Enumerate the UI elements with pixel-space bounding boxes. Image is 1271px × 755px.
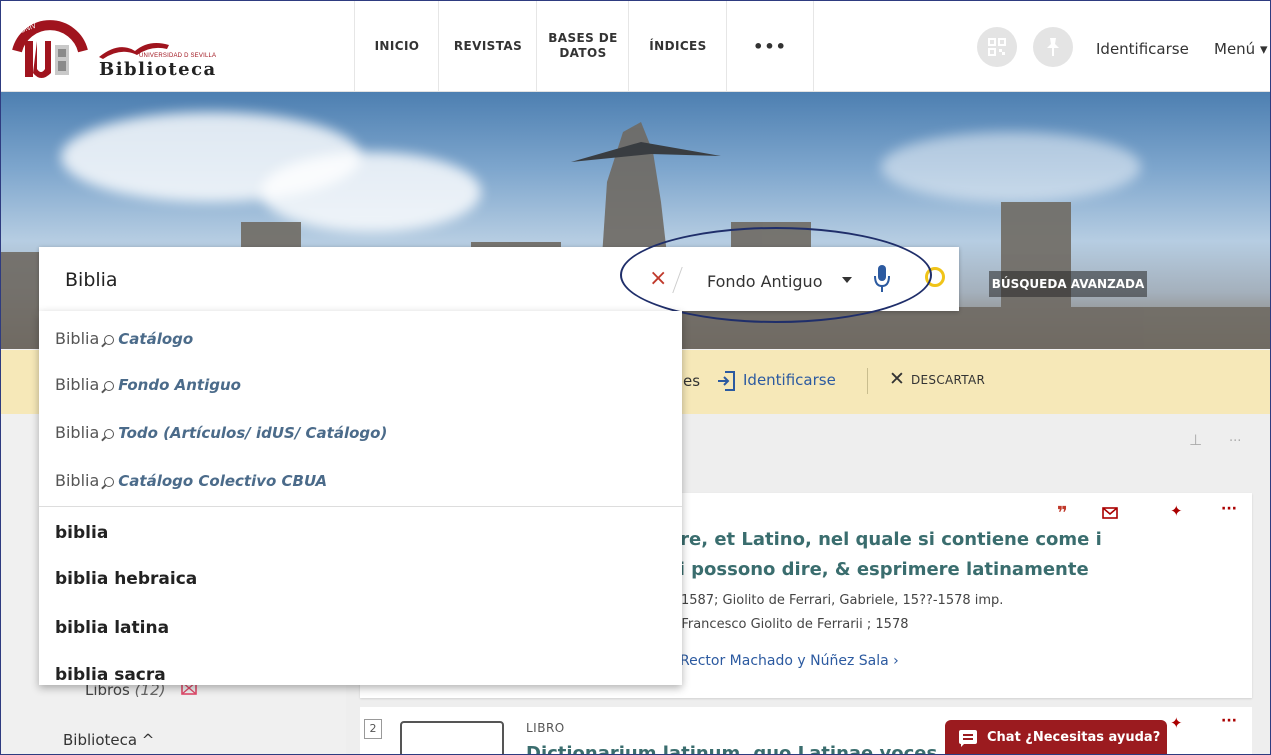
- suggestion-term: Biblia: [55, 375, 100, 394]
- notice-text-fragment: es: [683, 372, 701, 390]
- book-thumbnail: [400, 721, 504, 754]
- suggestion-scope: Catálogo Colectivo CBUA: [118, 472, 328, 490]
- results-more-icon[interactable]: ···: [1229, 434, 1241, 449]
- search-input[interactable]: Biblia: [65, 269, 118, 291]
- qr-glyph-icon: [988, 38, 1006, 56]
- suggestion-scope: Fondo Antiguo: [118, 376, 241, 394]
- nav-more[interactable]: •••: [726, 1, 814, 91]
- search-icon: [104, 429, 115, 439]
- notice-divider: [867, 368, 868, 394]
- search-icon: [104, 381, 115, 391]
- pin-record-icon[interactable]: ✦: [1170, 714, 1183, 732]
- dismiss-button[interactable]: DESCARTAR: [911, 373, 985, 387]
- result-authors: 1-1587; Giolito de Ferrari, Gabriele, 15…: [668, 593, 1004, 608]
- sign-in-icon: [718, 371, 735, 391]
- search-icon: [104, 335, 115, 345]
- suggestions-dropdown: Biblia Catálogo Biblia Fondo Antiguo Bibli…: [39, 311, 682, 685]
- qr-code-icon[interactable]: [977, 27, 1017, 67]
- suggestion-item[interactable]: Biblia Fondo Antiguo: [55, 375, 241, 399]
- nav-revistas[interactable]: REVISTAS: [438, 1, 537, 91]
- result-title-line-2[interactable]: si possono dire, & esprimere latinamente: [668, 559, 1089, 580]
- suggestion-item[interactable]: Biblia Todo (Artículos/ idUS/ Catálogo): [55, 423, 387, 447]
- facet-biblioteca-toggle[interactable]: Biblioteca ^: [63, 731, 154, 749]
- library-logo[interactable]: UNIV UNIVERSIDAD D SEVILLA Biblioteca: [11, 11, 241, 83]
- advanced-search-link[interactable]: BÚSQUEDA AVANZADA: [989, 271, 1147, 297]
- logo-title: Biblioteca: [99, 59, 217, 80]
- suggestion-term: Biblia: [55, 471, 100, 490]
- nav-bases-de-datos[interactable]: BASES DE DATOS: [536, 1, 629, 91]
- pinned-items-icon[interactable]: [1033, 27, 1073, 67]
- term-suggestion[interactable]: biblia hebraica: [55, 569, 197, 589]
- citation-icon[interactable]: ❞: [1057, 503, 1068, 524]
- pin-glyph-icon: [1047, 38, 1059, 56]
- suggestion-term: Biblia: [55, 423, 100, 442]
- suggestion-scope: Catálogo: [118, 330, 194, 348]
- chat-help-button[interactable]: Chat ¿Necesitas ayuda?: [945, 720, 1167, 754]
- notice-sign-in-link[interactable]: Identificarse: [743, 371, 836, 389]
- pin-record-icon[interactable]: ✦: [1170, 502, 1183, 520]
- suggestion-term: Biblia: [55, 329, 100, 348]
- header: UNIV UNIVERSIDAD D SEVILLA Biblioteca IN…: [1, 1, 1270, 92]
- suggestions-divider: [39, 506, 682, 507]
- result-title-line-1[interactable]: are, et Latino, nel quale si contiene co…: [668, 529, 1102, 550]
- record-more-icon[interactable]: ···: [1221, 501, 1237, 517]
- university-seal-icon: UNIV: [12, 20, 88, 78]
- close-icon[interactable]: ✕: [889, 368, 905, 390]
- result-title[interactable]: Dictionarium latinum, quo Latinae voces,…: [526, 743, 966, 754]
- chat-label: Chat ¿Necesitas ayuda?: [987, 730, 1161, 745]
- highlight-ellipse: [620, 227, 932, 323]
- nav-bases-de-datos-label: BASES DE DATOS: [548, 31, 618, 60]
- nav-indices[interactable]: ÍNDICES: [628, 1, 727, 91]
- result-type: LIBRO: [526, 721, 565, 735]
- term-suggestion[interactable]: biblia: [55, 523, 108, 543]
- sign-in-link[interactable]: Identificarse: [1096, 40, 1189, 58]
- menu-button[interactable]: Menú ▾: [1214, 40, 1267, 58]
- result-number: 2: [364, 719, 382, 739]
- record-more-icon[interactable]: ···: [1221, 713, 1237, 729]
- result-location-link[interactable]: Rector Machado y Núñez Sala ›: [680, 653, 899, 669]
- nav-inicio[interactable]: INICIO: [354, 1, 439, 91]
- suggestion-item[interactable]: Biblia Catálogo: [55, 329, 193, 353]
- email-icon[interactable]: [1102, 507, 1118, 519]
- term-suggestion[interactable]: biblia sacra: [55, 665, 166, 685]
- search-icon: [104, 477, 115, 487]
- pin-query-icon[interactable]: ⊥: [1189, 431, 1202, 449]
- term-suggestion[interactable]: biblia latina: [55, 618, 169, 638]
- suggestion-item[interactable]: Biblia Catálogo Colectivo CBUA: [55, 471, 327, 495]
- suggestion-scope: Todo (Artículos/ idUS/ Catálogo): [118, 424, 388, 442]
- chat-bubble-icon: [959, 730, 977, 747]
- page-frame: UNIV UNIVERSIDAD D SEVILLA Biblioteca IN…: [0, 0, 1271, 755]
- result-publisher: ). Francesco Giolito de Ferrarii ; 1578: [668, 617, 909, 632]
